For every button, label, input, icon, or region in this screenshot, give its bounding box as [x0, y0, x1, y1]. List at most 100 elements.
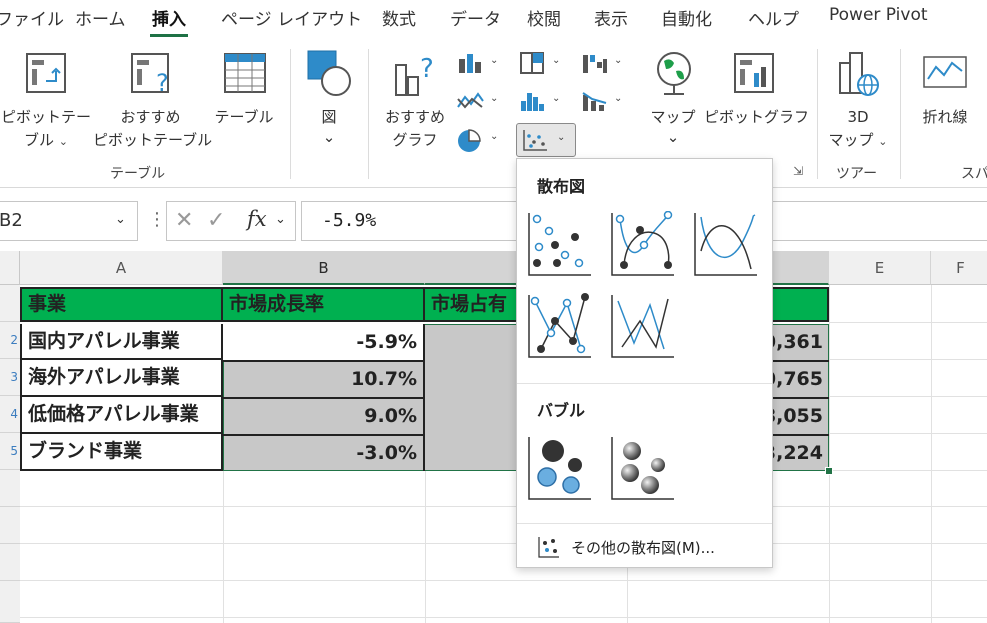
- histogram-icon: [521, 93, 544, 111]
- scatter-thumbnail[interactable]: [527, 211, 593, 277]
- tab-view[interactable]: 表示: [594, 5, 628, 30]
- column-header-e[interactable]: E: [829, 251, 931, 285]
- column-header-b[interactable]: B: [223, 251, 425, 285]
- worksheet-grid: A B E F 2 3 4 5 事業 市場成長率 市場占有 国内アパレル事業 海…: [0, 251, 987, 623]
- tab-data[interactable]: データ: [450, 5, 501, 30]
- row-header[interactable]: 3: [0, 359, 20, 396]
- dialog-launcher-icon[interactable]: ⇲: [793, 164, 803, 178]
- scatter-chart-icon: [523, 130, 547, 151]
- formula-bar-row: B2 ⌄ ⋮ ✕ ✓ fx ⌄ -5.9%: [0, 197, 987, 243]
- recommended-pivot-label-2: ピボットテーブル: [93, 131, 213, 149]
- chevron-down-icon: ⌄: [552, 93, 561, 104]
- row-header[interactable]: [0, 285, 20, 322]
- pivot-table-icon: [26, 53, 66, 93]
- cell-b3[interactable]: 10.7%: [223, 360, 425, 397]
- tab-power-pivot[interactable]: Power Pivot: [829, 5, 928, 25]
- recommended-pivot-button[interactable]: ? おすすめ ピボットテーブル: [93, 45, 213, 160]
- table-button[interactable]: テーブル: [210, 45, 278, 160]
- select-all-corner[interactable]: [0, 251, 20, 285]
- line-sparkline-button[interactable]: 折れ線: [910, 45, 980, 160]
- ribbon-tabs: ファイル ホーム 挿入 ページ レイアウト 数式 データ 校閲 表示 自動化 ヘ…: [0, 0, 987, 37]
- combo-chart-icon: [582, 92, 607, 111]
- group-separator: [817, 49, 818, 179]
- insert-function-icon[interactable]: fx: [247, 207, 267, 231]
- recommended-charts-label-2: グラフ: [392, 131, 438, 149]
- column-header-f[interactable]: F: [931, 251, 987, 285]
- chevron-down-icon: ⌄: [666, 128, 680, 146]
- pivot-table-label-2: ブル ⌄: [0, 130, 92, 152]
- pie-chart-button[interactable]: ⌄: [456, 127, 506, 153]
- chevron-down-icon[interactable]: ⌄: [275, 212, 286, 227]
- tab-automate[interactable]: 自動化: [661, 5, 712, 30]
- gridline: [425, 471, 426, 623]
- row-header[interactable]: 5: [0, 433, 20, 470]
- row-header[interactable]: 2: [0, 322, 20, 359]
- pivot-chart-button[interactable]: ピボットグラフ: [704, 45, 809, 160]
- tab-home[interactable]: ホーム: [75, 5, 126, 30]
- scatter-straight-lines-thumbnail[interactable]: [610, 293, 676, 359]
- illustrations-button[interactable]: 図 ⌄: [302, 45, 356, 160]
- cell-b1[interactable]: 市場成長率: [223, 287, 425, 322]
- map-label: マップ: [650, 108, 696, 126]
- row-header[interactable]: [0, 544, 20, 581]
- formula-value: -5.9%: [322, 210, 377, 231]
- treemap-icon: [520, 52, 544, 74]
- bubble-thumbnail[interactable]: [527, 435, 593, 501]
- hierarchy-chart-button[interactable]: ⌄: [518, 51, 568, 77]
- pivot-table-button[interactable]: ピボットテー ブル ⌄: [0, 45, 92, 160]
- row-header[interactable]: [0, 581, 20, 623]
- cell-b2[interactable]: -5.9%: [223, 324, 425, 360]
- scatter-smooth-markers-thumbnail[interactable]: [610, 211, 676, 277]
- line-chart-button[interactable]: ⌄: [456, 89, 506, 115]
- scatter-straight-lines-icon: [611, 295, 674, 358]
- 3d-map-button[interactable]: 3D マップ ⌄: [826, 45, 890, 160]
- recommended-charts-label-1: おすすめ: [384, 108, 445, 126]
- map-chart-button[interactable]: マップ ⌄: [646, 45, 700, 160]
- cell-b4[interactable]: 9.0%: [223, 397, 425, 434]
- column-chart-button[interactable]: ⌄: [456, 51, 506, 77]
- more-scatter-charts-label: その他の散布図(M)...: [571, 539, 715, 557]
- cell-a2[interactable]: 国内アパレル事業: [20, 324, 223, 360]
- tab-file[interactable]: ファイル: [0, 5, 64, 30]
- more-options-icon[interactable]: ⋮: [148, 209, 166, 230]
- group-separator: [290, 49, 291, 179]
- more-scatter-charts-item[interactable]: その他の散布図(M)...: [517, 529, 772, 565]
- scatter-section-title: 散布図: [537, 177, 586, 196]
- statistic-chart-button[interactable]: ⌄: [518, 89, 568, 115]
- scatter-straight-markers-thumbnail[interactable]: [527, 293, 593, 359]
- scatter-chart-button[interactable]: ⌄: [516, 123, 576, 157]
- waterfall-chart-button[interactable]: ⌄: [580, 51, 630, 77]
- recommended-charts-button[interactable]: ? おすすめ グラフ: [380, 45, 450, 160]
- tab-help[interactable]: ヘルプ: [748, 5, 799, 30]
- shapes-icon: [307, 50, 351, 96]
- row-header[interactable]: [0, 507, 20, 544]
- combo-chart-button[interactable]: ⌄: [580, 89, 630, 115]
- column-header-a[interactable]: A: [20, 251, 223, 285]
- chevron-down-icon: ⌄: [490, 55, 499, 66]
- cancel-icon[interactable]: ✕: [175, 208, 193, 233]
- enter-icon[interactable]: ✓: [207, 208, 225, 233]
- fill-handle[interactable]: [825, 467, 833, 475]
- tab-review[interactable]: 校閲: [527, 5, 561, 30]
- scatter-smooth-lines-thumbnail[interactable]: [693, 211, 759, 277]
- bubble-3d-thumbnail[interactable]: [610, 435, 676, 501]
- row-header[interactable]: [0, 470, 20, 507]
- gridline: [829, 359, 987, 360]
- name-box[interactable]: B2 ⌄: [0, 201, 138, 241]
- chevron-down-icon: ⌄: [490, 93, 499, 104]
- tab-formulas[interactable]: 数式: [382, 5, 416, 30]
- chevron-down-icon[interactable]: ⌄: [115, 212, 126, 227]
- cell-a5[interactable]: ブランド事業: [20, 434, 223, 471]
- scatter-straight-markers-icon: [528, 293, 591, 358]
- cell-a4[interactable]: 低価格アパレル事業: [20, 397, 223, 434]
- table-label: テーブル: [214, 108, 274, 126]
- chevron-down-icon: ⌄: [58, 135, 68, 148]
- gridline: [931, 285, 932, 623]
- cell-b5[interactable]: -3.0%: [223, 434, 425, 471]
- chevron-down-icon: ⌄: [614, 55, 623, 66]
- cell-a3[interactable]: 海外アパレル事業: [20, 360, 223, 397]
- tab-page-layout[interactable]: ページ レイアウト: [221, 5, 362, 30]
- row-header[interactable]: 4: [0, 396, 20, 433]
- cell-a1[interactable]: 事業: [20, 287, 223, 322]
- tab-insert[interactable]: 挿入: [150, 5, 188, 37]
